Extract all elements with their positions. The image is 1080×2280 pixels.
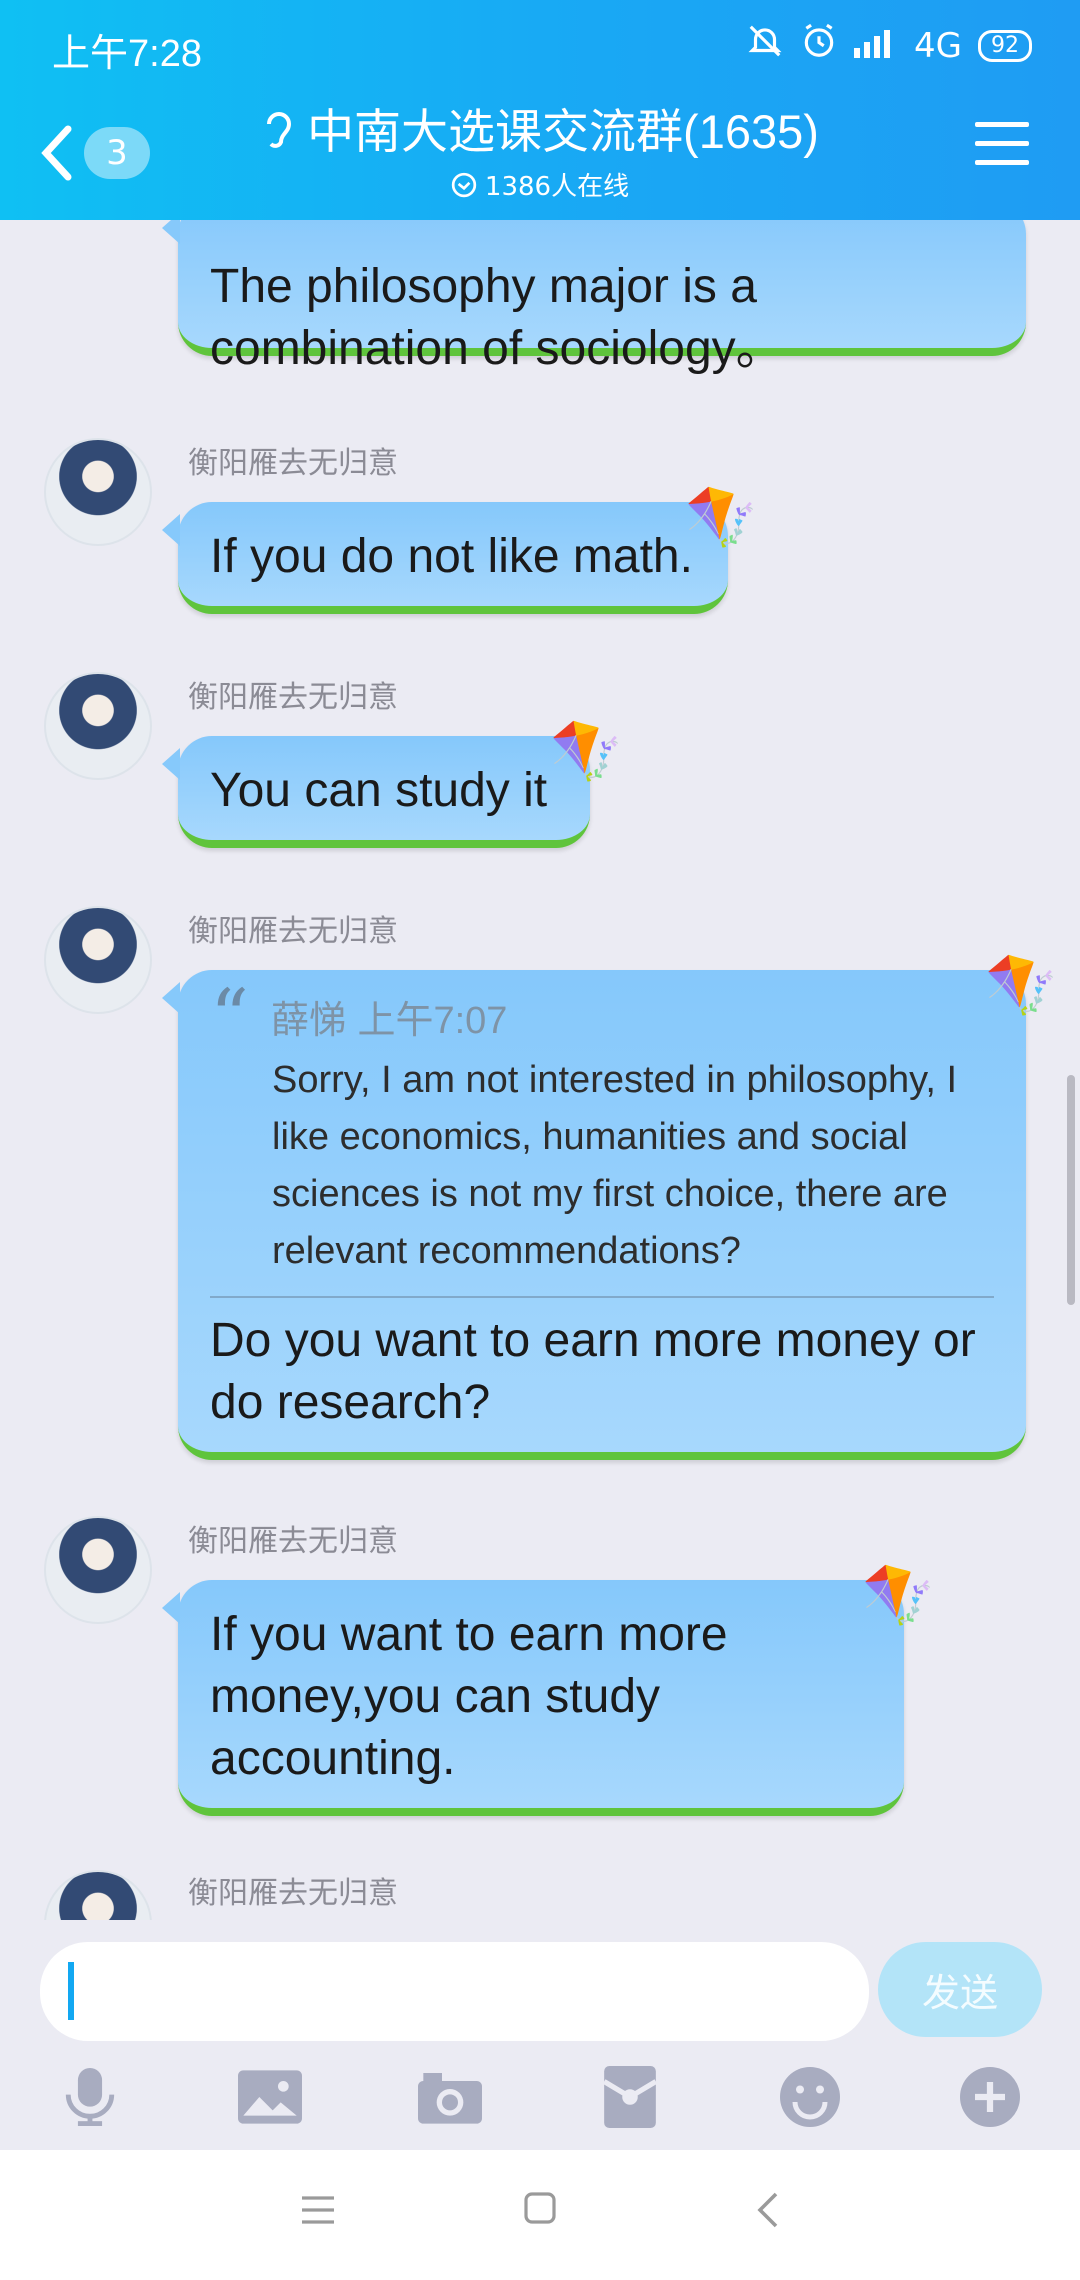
- mute-icon: [746, 22, 784, 69]
- message-bubble[interactable]: You can study it: [162, 736, 590, 848]
- sender-name: 衡阳雁去无归意: [188, 680, 398, 715]
- quote-text: Sorry, I am not interested in philosophy…: [272, 1059, 958, 1272]
- message-bubble[interactable]: If you do not like math.: [162, 502, 728, 614]
- microphone-icon[interactable]: [58, 2065, 122, 2129]
- emoji-icon[interactable]: [778, 2065, 842, 2129]
- ear-icon: [267, 112, 292, 148]
- kite-icon: 🪁: [862, 1561, 935, 1629]
- message-list[interactable]: The philosophy major is a combination of…: [0, 220, 1080, 1920]
- kite-icon: 🪁: [685, 483, 758, 551]
- chevron-left-icon: [41, 125, 72, 181]
- system-navigation-bar: [0, 2150, 1080, 2280]
- recent-apps-icon[interactable]: [300, 2194, 336, 2230]
- message-text: If you want to earn more money,you can s…: [210, 1608, 728, 1785]
- plus-icon[interactable]: [958, 2065, 1022, 2129]
- alarm-icon: [800, 22, 838, 69]
- message-text: If you do not like math.: [210, 530, 693, 583]
- network-type: 4G: [914, 25, 962, 66]
- status-time: 上午7:28: [52, 33, 202, 75]
- menu-button[interactable]: [975, 122, 1029, 170]
- menu-icon-bar: [975, 122, 1029, 127]
- avatar[interactable]: [44, 906, 152, 1014]
- status-icons: 4G 92: [746, 22, 1032, 69]
- back-button[interactable]: 3: [40, 118, 160, 188]
- group-title-text: 中南大选课交流群(1635): [307, 105, 819, 158]
- sender-name: 衡阳雁去无归意: [188, 914, 398, 949]
- sender-name: 衡阳雁去无归意: [188, 1876, 398, 1911]
- nav-back-icon[interactable]: [756, 2190, 780, 2234]
- image-icon[interactable]: [238, 2065, 302, 2129]
- quote-header: “ 薛悌 上午7:07: [210, 972, 994, 1061]
- online-count: 1386人在线: [220, 166, 860, 203]
- avatar[interactable]: [44, 672, 152, 780]
- kite-icon: 🪁: [985, 951, 1058, 1019]
- red-packet-icon[interactable]: [598, 2065, 662, 2129]
- check-circle-icon: [451, 172, 477, 197]
- message-bubble[interactable]: The philosophy major is a combination of…: [162, 220, 1026, 375]
- signal-icon: [854, 24, 898, 67]
- unread-badge: 3: [84, 127, 150, 179]
- quote-author: 薛悌: [270, 1000, 347, 1042]
- quote-divider: [210, 1296, 994, 1298]
- camera-icon[interactable]: [418, 2065, 482, 2129]
- message-input[interactable]: [40, 1942, 869, 2041]
- online-count-text: 1386人在线: [484, 172, 630, 202]
- scrollbar[interactable]: [1067, 1075, 1075, 1305]
- chat-header: 上午7:28 4G 92 3 中南大选课交流群(1635) 1386人在线: [0, 0, 1080, 220]
- sender-name: 衡阳雁去无归意: [188, 446, 398, 481]
- message-bubble[interactable]: If you want to earn more money,you can s…: [162, 1580, 904, 1816]
- sender-name: 衡阳雁去无归意: [188, 1524, 398, 1559]
- battery-indicator: 92: [978, 29, 1032, 62]
- quote-icon: “: [210, 972, 249, 1061]
- avatar[interactable]: [44, 1870, 152, 1920]
- quote-time: 上午7:07: [357, 1000, 508, 1042]
- avatar[interactable]: [44, 438, 152, 546]
- message-text: Do you want to earn more money or do res…: [210, 1314, 976, 1429]
- home-icon[interactable]: [522, 2190, 558, 2230]
- title-area[interactable]: 中南大选课交流群(1635) 1386人在线: [220, 100, 860, 203]
- message-text: You can study it: [210, 764, 548, 817]
- send-button[interactable]: 发送: [878, 1942, 1042, 2037]
- group-title: 中南大选课交流群(1635): [220, 100, 860, 164]
- kite-icon: 🪁: [550, 717, 623, 785]
- reply-bubble[interactable]: “ 薛悌 上午7:07 Sorry, I am not interested i…: [162, 970, 1026, 1460]
- message-text: The philosophy major is a combination of…: [210, 260, 784, 375]
- text-cursor: [68, 1962, 74, 2020]
- avatar[interactable]: [44, 1516, 152, 1624]
